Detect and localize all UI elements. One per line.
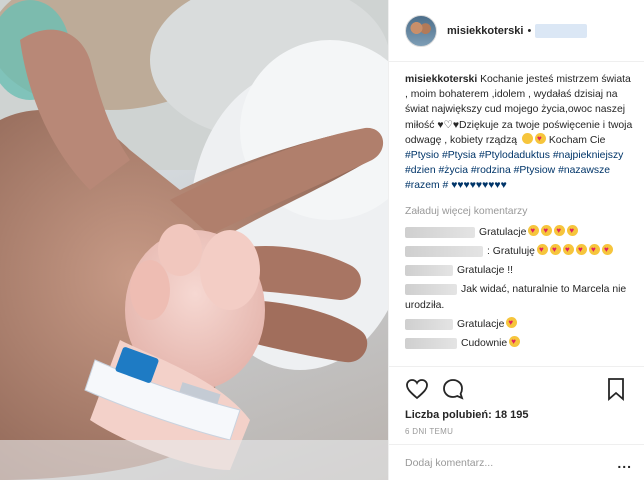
hashtag-link[interactable]: #rodzina bbox=[471, 165, 511, 176]
header-username[interactable]: misiekkoterski bbox=[447, 25, 523, 37]
header-dot: • bbox=[527, 24, 532, 37]
emoji-icon bbox=[575, 242, 587, 257]
hashtag-link[interactable]: # bbox=[443, 180, 449, 191]
instagram-post: misiekkoterski • misiekkoterski Kochanie… bbox=[0, 0, 644, 480]
hashtag-link[interactable]: #Ptysiow bbox=[514, 165, 556, 176]
comment-item: Jak widać, naturalnie to Marcela nie uro… bbox=[405, 282, 634, 312]
heart-outline-icon[interactable] bbox=[405, 377, 429, 401]
hashtag-link[interactable]: #życia bbox=[439, 165, 468, 176]
emoji-icon bbox=[528, 223, 540, 238]
emoji-icon bbox=[567, 223, 579, 238]
speech-bubble-icon[interactable] bbox=[441, 377, 465, 401]
follow-button-blurred[interactable] bbox=[535, 23, 588, 38]
hashtag-link[interactable]: #Ptysia bbox=[442, 150, 476, 161]
comment-username-blurred[interactable] bbox=[405, 264, 453, 276]
emoji-icon bbox=[588, 242, 600, 257]
comment-text: Gratulacje !! bbox=[457, 265, 514, 277]
hashtag-link[interactable]: #Ptysio bbox=[405, 150, 439, 161]
comment-item: Cudownie bbox=[405, 334, 634, 351]
caption-text-love: Kocham Cie bbox=[548, 134, 606, 146]
likes-label: Liczba polubień: bbox=[405, 409, 492, 421]
comment-input[interactable] bbox=[405, 456, 618, 469]
likes-count: 18 195 bbox=[494, 409, 529, 421]
post-sidebar: misiekkoterski • misiekkoterski Kochanie… bbox=[388, 0, 644, 480]
avatar[interactable] bbox=[405, 14, 437, 47]
emoji-icon bbox=[541, 223, 553, 238]
post-time: 6 DNI TEMU bbox=[405, 427, 454, 436]
hashtag-link[interactable]: #nazawsze bbox=[558, 165, 610, 176]
comments-section: misiekkoterski Kochanie jesteś mistrzem … bbox=[405, 72, 634, 362]
comment-text: : Gratuluję bbox=[487, 246, 535, 258]
bookmark-icon[interactable] bbox=[604, 377, 628, 401]
hashtag-link[interactable]: #razem bbox=[405, 180, 440, 191]
emoji-icon bbox=[549, 242, 561, 257]
more-options-icon[interactable]: ... bbox=[617, 455, 632, 471]
post-actions: Liczba polubień: 18 195 6 DNI TEMU bbox=[389, 366, 644, 436]
post-header: misiekkoterski • bbox=[389, 0, 644, 62]
emoji-icon bbox=[509, 334, 521, 349]
heart-eyes-emoji-icon bbox=[534, 131, 546, 146]
add-comment-bar: ... bbox=[389, 444, 644, 480]
flexed-biceps-emoji-icon bbox=[521, 132, 533, 144]
emoji-icon bbox=[601, 242, 613, 257]
comment-item: Gratulacje bbox=[405, 315, 634, 332]
comment-item: Gratulacje bbox=[405, 223, 634, 240]
comment-username-blurred[interactable] bbox=[405, 226, 475, 238]
post-photo[interactable] bbox=[0, 0, 388, 480]
comment-username-blurred[interactable] bbox=[405, 337, 457, 349]
comment-item: : Gratuluję bbox=[405, 242, 634, 259]
hashtag-link[interactable]: #dzien bbox=[405, 165, 436, 176]
emoji-icon bbox=[506, 315, 518, 330]
comment-username-blurred[interactable] bbox=[405, 284, 457, 296]
post-caption: misiekkoterski Kochanie jesteś mistrzem … bbox=[405, 72, 634, 194]
comment-text: Cudownie bbox=[461, 338, 508, 350]
caption-hearts: ♥♥♥♥♥♥♥♥♥ bbox=[451, 180, 507, 192]
comment-text: Gratulacje bbox=[479, 226, 527, 238]
caption-username[interactable]: misiekkoterski bbox=[405, 74, 477, 85]
comment-item: Gratulacje !! bbox=[405, 263, 634, 278]
likes-line[interactable]: Liczba polubień: 18 195 bbox=[405, 409, 628, 421]
load-more-comments-link[interactable]: Załaduj więcej komentarzy bbox=[405, 204, 634, 219]
photo-illustration bbox=[0, 0, 388, 480]
emoji-icon bbox=[536, 242, 548, 257]
emoji-icon bbox=[562, 242, 574, 257]
hashtag-link[interactable]: #najpiekniejszy bbox=[553, 150, 623, 161]
emoji-icon bbox=[554, 223, 566, 238]
comment-list: Gratulacje : Gratuluję Gratulacje !! Jak wi… bbox=[405, 223, 634, 351]
comment-text: Gratulacje bbox=[457, 318, 505, 330]
comment-username-blurred[interactable] bbox=[405, 245, 483, 257]
comment-username-blurred[interactable] bbox=[405, 318, 453, 330]
hashtag-link[interactable]: #Ptylodaduktus bbox=[479, 150, 550, 161]
